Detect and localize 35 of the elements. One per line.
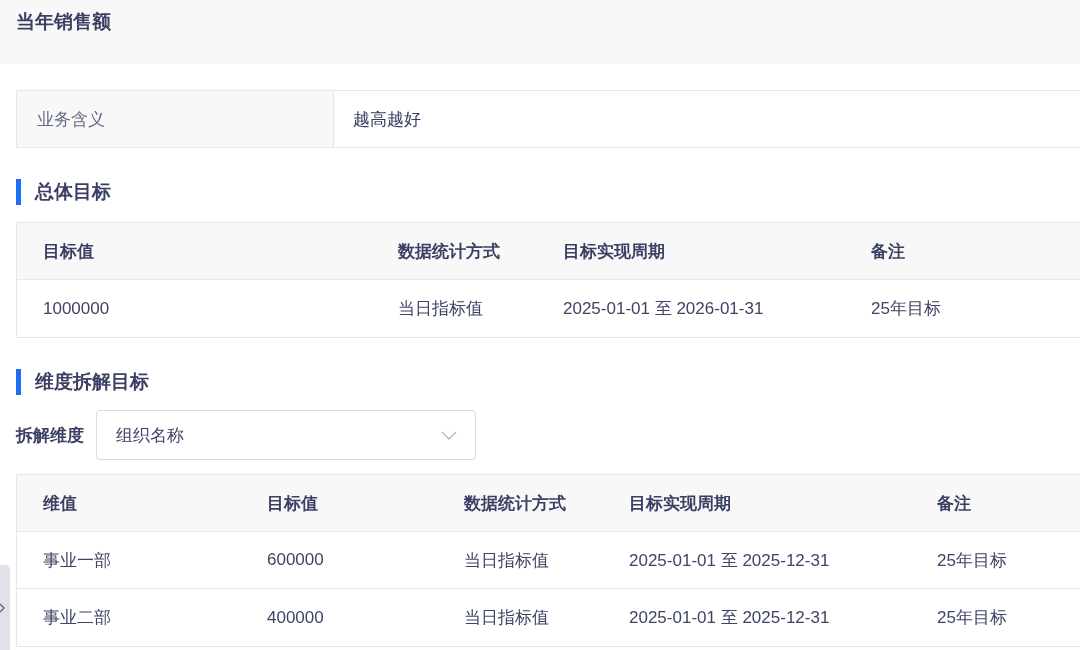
table-cell-text: 400000: [266, 606, 325, 629]
section-title: 总体目标: [35, 180, 111, 204]
page-title: 当年销售额: [16, 10, 112, 34]
table-cell: 当日指标值: [438, 532, 603, 589]
column-header: 数据统计方式: [438, 475, 603, 532]
collapse-handle[interactable]: [0, 565, 10, 650]
field-label: 拆解维度: [16, 424, 84, 447]
column-header: 备注: [911, 475, 1080, 532]
section-title: 维度拆解目标: [35, 370, 149, 394]
table-cell-text: 2025-01-01 至 2025-12-31: [628, 607, 831, 629]
table-cell: 事业一部: [17, 532, 241, 589]
table-cell: 25年目标: [911, 532, 1080, 589]
value-cell-text: 越高越好: [352, 108, 422, 131]
column-header: 目标实现周期: [537, 223, 845, 280]
table-cell-text: 当日指标值: [397, 298, 484, 320]
table-cell-text: 2025-01-01 至 2026-01-31: [562, 298, 765, 320]
column-header: 备注: [845, 223, 1080, 280]
chevron-right-icon: [0, 602, 5, 613]
table-cell-text: 1000000: [42, 297, 111, 320]
table-cell-text: 25年目标: [936, 607, 1008, 629]
section-marker: [16, 369, 21, 395]
chevron-down-icon: [441, 430, 457, 440]
column-header: 目标值: [241, 475, 438, 532]
column-header: 目标值: [17, 223, 372, 280]
table-cell-text: 当日指标值: [463, 607, 550, 629]
dropdown-field[interactable]: 组织名称: [96, 410, 476, 460]
table-cell: 2025-01-01 至 2025-12-31: [603, 532, 911, 589]
table-cell: 600000: [241, 532, 438, 589]
column-header: 目标实现周期: [603, 475, 911, 532]
table-cell-text: 事业二部: [42, 607, 112, 629]
table-cell-text: 25年目标: [870, 298, 942, 320]
column-header: 维值: [17, 475, 241, 532]
label-cell: 业务含义: [17, 91, 334, 147]
section-marker: [16, 179, 21, 205]
column-header: 数据统计方式: [372, 223, 537, 280]
